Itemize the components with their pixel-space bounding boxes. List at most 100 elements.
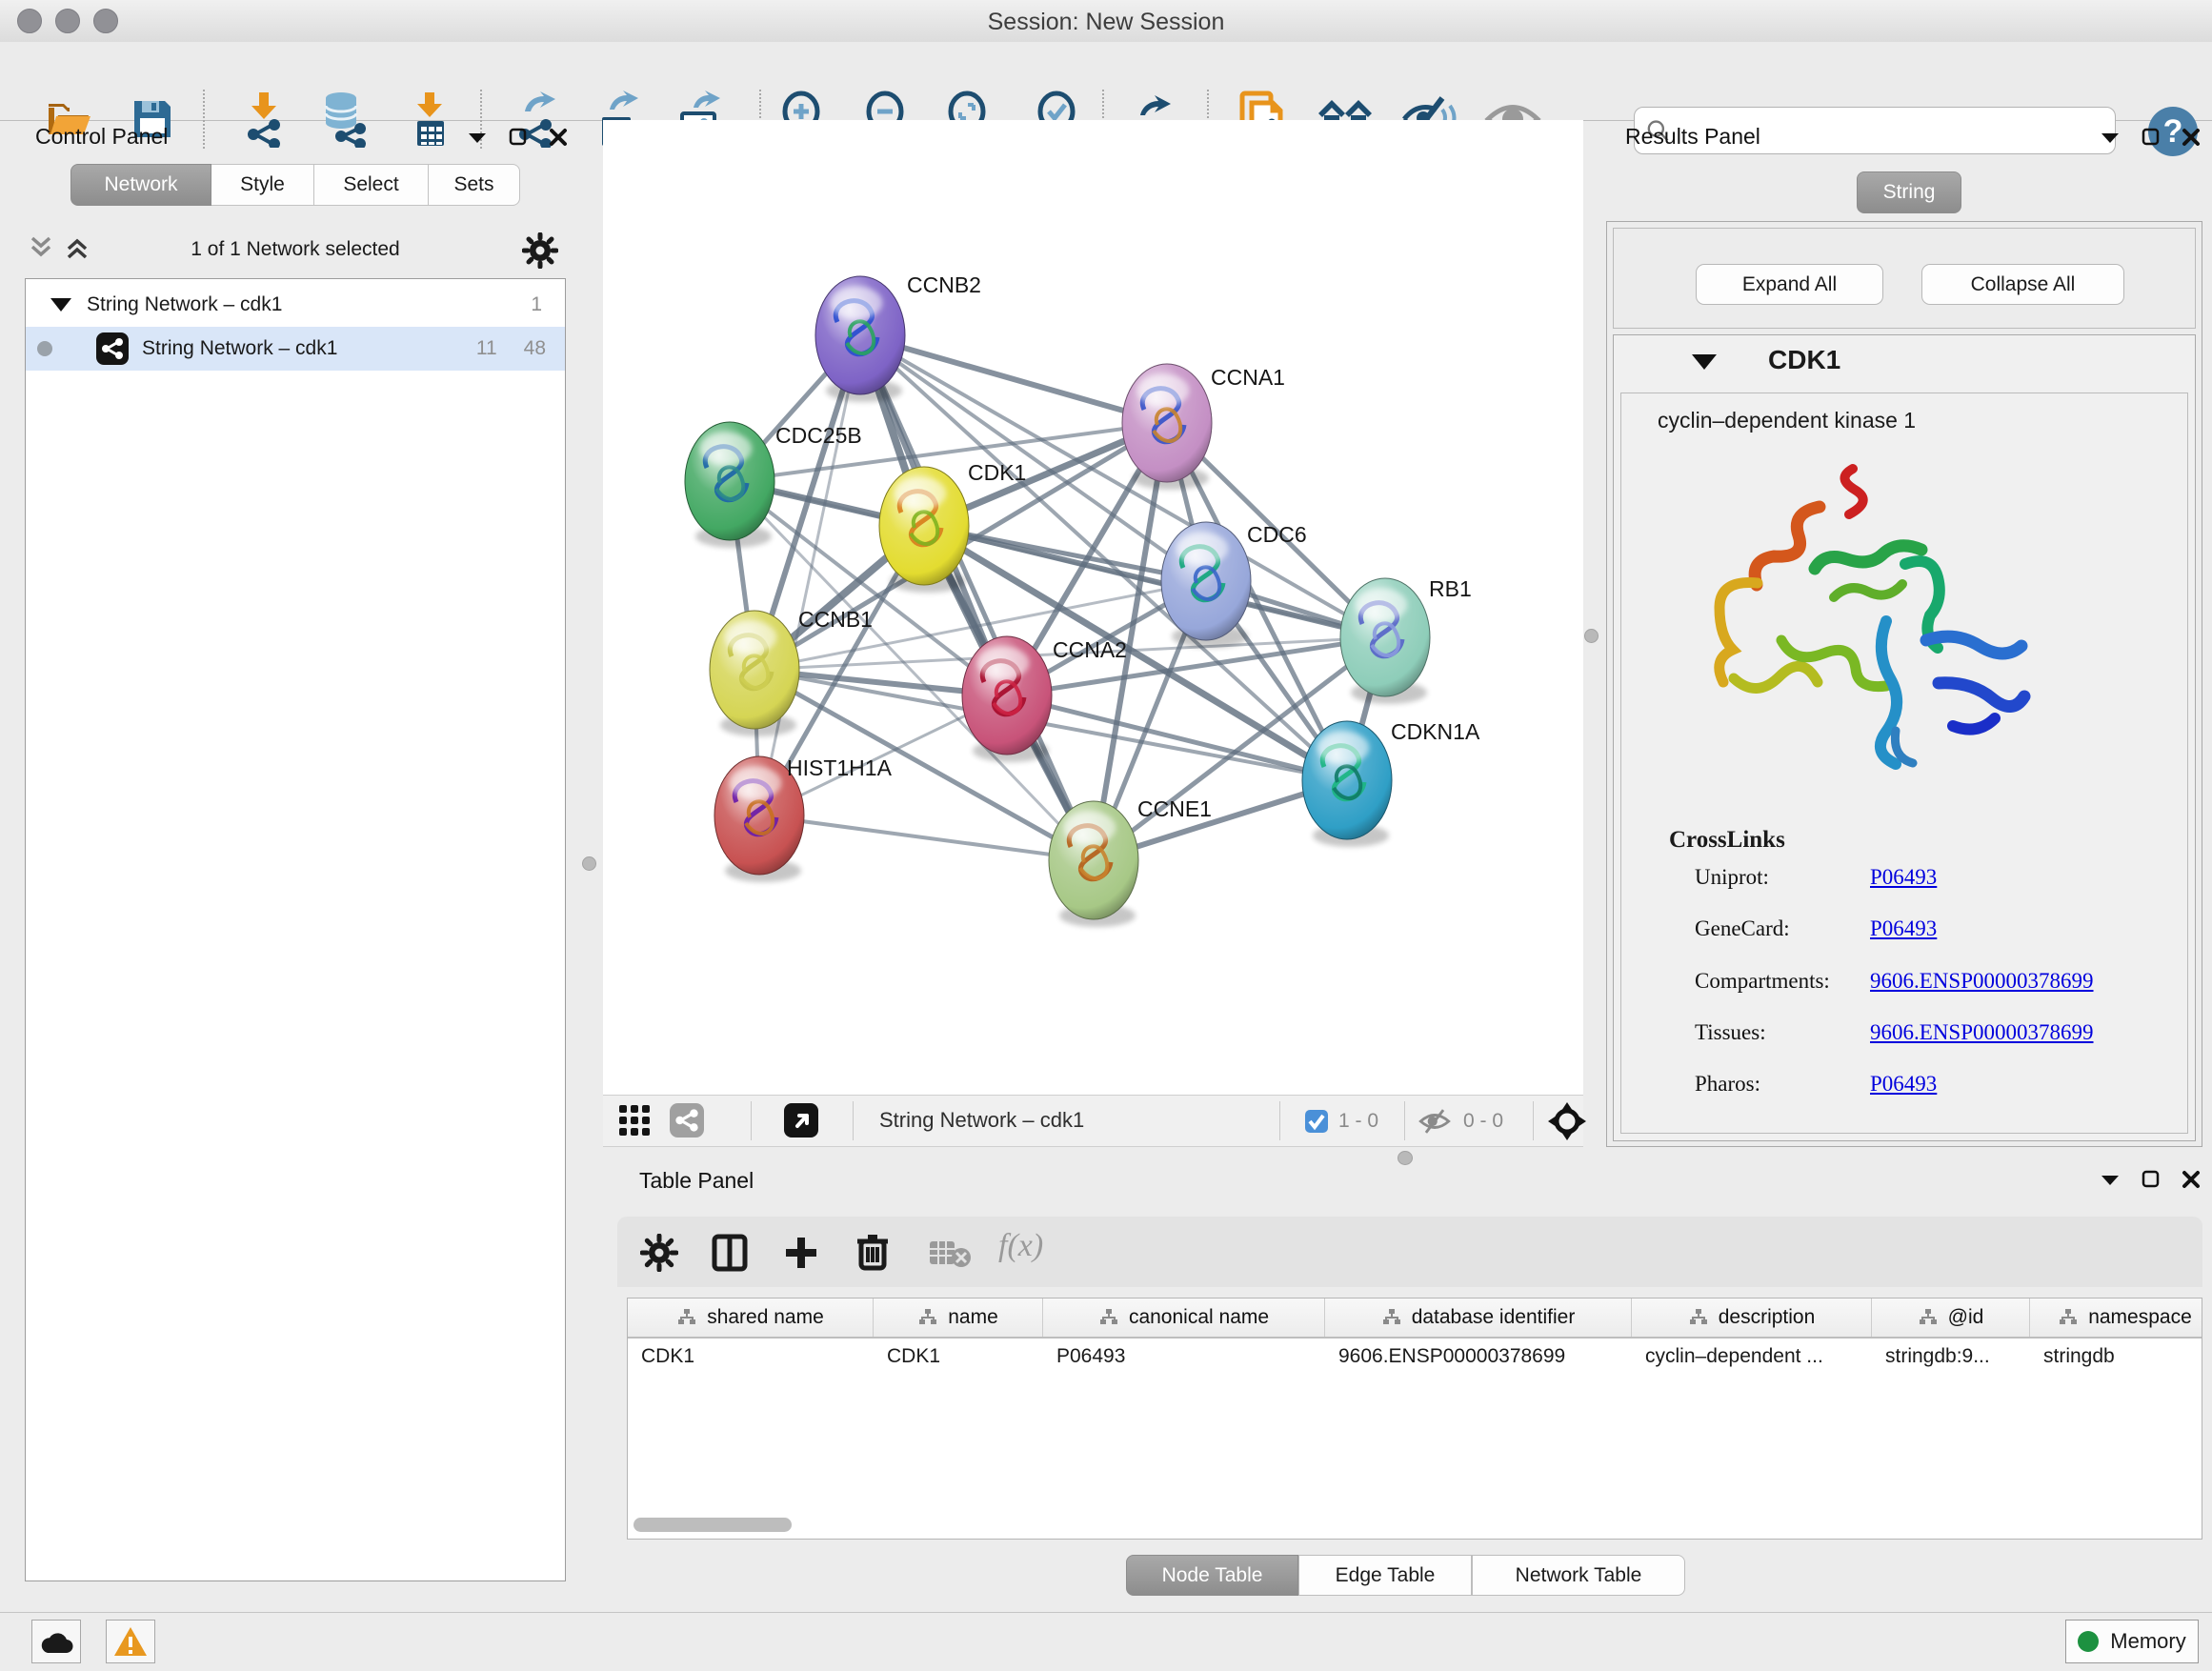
- crosslink-link[interactable]: P06493: [1870, 1072, 1937, 1097]
- column-header-namespace[interactable]: namespace: [2030, 1299, 2202, 1337]
- node-label-HIST1H1A: HIST1H1A: [787, 755, 893, 780]
- network-share-badge-icon[interactable]: [670, 1103, 704, 1137]
- column-header-name[interactable]: name: [874, 1299, 1043, 1337]
- footer-separator: [1279, 1101, 1280, 1140]
- network-row-selected[interactable]: String Network – cdk1 11 48: [26, 327, 565, 371]
- table-cell: 9606.ENSP00000378699: [1325, 1339, 1632, 1375]
- cloud-status-button[interactable]: [31, 1620, 81, 1663]
- node-label-CCNA1: CCNA1: [1211, 365, 1285, 390]
- table-toolbar: f(x): [617, 1217, 2202, 1287]
- import-network-file-icon[interactable]: [233, 90, 292, 149]
- crosslink-label: Compartments:: [1695, 969, 1830, 994]
- table-cell: stringdb: [2030, 1339, 2202, 1375]
- tab-network-table[interactable]: Network Table: [1472, 1555, 1685, 1596]
- hidden-node-edge-counts: 0 - 0: [1463, 1110, 1503, 1133]
- panel-float-icon[interactable]: [2142, 128, 2161, 147]
- title-bar: Session: New Session: [0, 0, 2212, 43]
- tab-select[interactable]: Select: [314, 164, 429, 206]
- tab-style[interactable]: Style: [211, 164, 314, 206]
- panel-menu-icon[interactable]: [467, 131, 488, 144]
- tab-edge-table[interactable]: Edge Table: [1298, 1555, 1472, 1596]
- memory-button[interactable]: Memory: [2065, 1620, 2199, 1663]
- delete-column-trash-icon[interactable]: [854, 1232, 892, 1272]
- tab-network[interactable]: Network: [70, 164, 211, 206]
- tab-sets[interactable]: Sets: [429, 164, 520, 206]
- warning-status-button[interactable]: [106, 1620, 155, 1663]
- network-options-gear-icon[interactable]: [522, 232, 558, 269]
- memory-label: Memory: [2110, 1629, 2185, 1654]
- column-header-database-identifier[interactable]: database identifier: [1325, 1299, 1632, 1337]
- show-columns-icon[interactable]: [711, 1234, 749, 1272]
- collection-count: 1: [531, 293, 542, 316]
- node-CCNA1[interactable]: CCNA1: [1122, 364, 1285, 490]
- expand-all-button[interactable]: Expand All: [1696, 264, 1883, 305]
- panel-close-icon[interactable]: [2182, 1170, 2201, 1189]
- function-builder-icon[interactable]: f(x): [998, 1228, 1043, 1264]
- column-type-icon: [1381, 1308, 1402, 1327]
- column-header-shared-name[interactable]: shared name: [628, 1299, 874, 1337]
- horizontal-scrollbar[interactable]: [633, 1518, 792, 1532]
- tab-node-table[interactable]: Node Table: [1126, 1555, 1298, 1596]
- node-HIST1H1A[interactable]: HIST1H1A: [714, 755, 893, 882]
- protein-structure-image: [1667, 440, 2048, 802]
- crosslink-link[interactable]: 9606.ENSP00000378699: [1870, 1020, 2094, 1045]
- expand-all-networks-icon[interactable]: [63, 234, 91, 261]
- horizontal-splitter-handle[interactable]: [1398, 1151, 1413, 1165]
- collapse-all-networks-icon[interactable]: [27, 234, 55, 261]
- delete-table-icon[interactable]: [930, 1239, 972, 1268]
- network-canvas[interactable]: CCNB2CCNA1CDC25BCDK1CDC6RB1CCNB1CCNA2CDK…: [603, 120, 1583, 1095]
- panel-float-icon[interactable]: [509, 128, 528, 147]
- column-header-canonical-name[interactable]: canonical name: [1043, 1299, 1325, 1337]
- network-collection-row[interactable]: String Network – cdk1 1: [26, 283, 565, 327]
- window-title: Session: New Session: [0, 9, 2212, 36]
- node-label-CCNE1: CCNE1: [1137, 796, 1212, 821]
- network-edge-count: 48: [524, 337, 546, 360]
- table-panel-title: Table Panel: [639, 1168, 754, 1194]
- table-row[interactable]: CDK1CDK1P064939606.ENSP00000378699cyclin…: [628, 1339, 2202, 1375]
- panel-menu-icon[interactable]: [2100, 1173, 2121, 1186]
- crosslink-link[interactable]: P06493: [1870, 865, 1937, 890]
- fit-content-crosshair-icon[interactable]: [1548, 1102, 1586, 1140]
- crosslink-link[interactable]: P06493: [1870, 916, 1937, 941]
- footer-separator: [1404, 1101, 1405, 1140]
- network-selection-status: 1 of 1 Network selected: [105, 238, 486, 261]
- column-type-icon: [2058, 1308, 2079, 1327]
- collapse-all-button[interactable]: Collapse All: [1921, 264, 2124, 305]
- add-column-icon[interactable]: [782, 1234, 820, 1272]
- node-CDC25B[interactable]: CDC25B: [685, 422, 862, 548]
- tab-string[interactable]: String: [1857, 171, 1961, 213]
- panel-menu-icon[interactable]: [2100, 131, 2121, 144]
- crosslink-label: Tissues:: [1695, 1020, 1766, 1045]
- node-label-CDKN1A: CDKN1A: [1391, 719, 1480, 744]
- node-CDKN1A[interactable]: CDKN1A: [1302, 719, 1480, 847]
- left-splitter-handle[interactable]: [582, 856, 596, 871]
- panel-float-icon[interactable]: [2142, 1170, 2161, 1189]
- column-header-@id[interactable]: @id: [1872, 1299, 2030, 1337]
- node-CCNE1[interactable]: CCNE1: [1049, 796, 1212, 927]
- node-CCNB2[interactable]: CCNB2: [815, 272, 981, 402]
- node-CCNB1[interactable]: CCNB1: [710, 607, 873, 736]
- node-label-RB1: RB1: [1429, 576, 1472, 601]
- table-cell: CDK1: [628, 1339, 874, 1375]
- birds-eye-grid-icon[interactable]: [618, 1104, 651, 1137]
- collection-expand-icon[interactable]: [50, 298, 71, 312]
- panel-close-icon[interactable]: [549, 128, 568, 147]
- import-table-icon[interactable]: [401, 90, 460, 149]
- entry-collapse-icon[interactable]: [1692, 354, 1717, 370]
- selected-checkbox-icon[interactable]: [1305, 1110, 1328, 1133]
- table-cell: cyclin–dependent ...: [1632, 1339, 1872, 1375]
- column-type-icon: [1098, 1308, 1119, 1327]
- column-header-description[interactable]: description: [1632, 1299, 1872, 1337]
- crosslink-link[interactable]: 9606.ENSP00000378699: [1870, 969, 2094, 994]
- open-in-window-icon[interactable]: [784, 1103, 818, 1137]
- import-network-database-icon[interactable]: [315, 90, 374, 149]
- panel-close-icon[interactable]: [2182, 128, 2201, 147]
- entry-description: cyclin–dependent kinase 1: [1658, 408, 1916, 433]
- hidden-eye-icon: [1418, 1107, 1451, 1136]
- table-gear-icon[interactable]: [640, 1234, 678, 1272]
- node-CDC6[interactable]: CDC6: [1161, 522, 1307, 648]
- collection-label: String Network – cdk1: [87, 293, 282, 316]
- node-table[interactable]: shared namenamecanonical namedatabase id…: [627, 1298, 2202, 1540]
- right-splitter-handle[interactable]: [1584, 629, 1599, 643]
- node-RB1[interactable]: RB1: [1340, 576, 1472, 704]
